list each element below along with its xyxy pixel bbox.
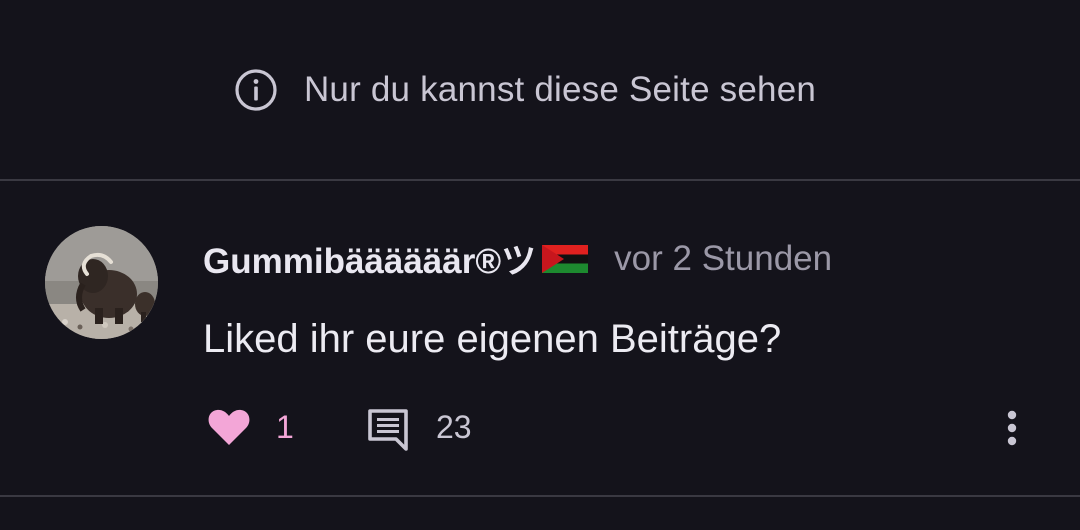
info-icon xyxy=(234,68,278,112)
comment-button[interactable] xyxy=(364,406,412,452)
visibility-notice-content: Nur du kannst diese Seite sehen xyxy=(234,68,816,112)
like-count: 1 xyxy=(276,409,294,445)
divider xyxy=(0,495,1080,497)
heart-icon xyxy=(208,409,250,445)
visibility-notice-text: Nur du kannst diese Seite sehen xyxy=(303,70,817,109)
visibility-notice: Nur du kannst diese Seite sehen xyxy=(0,0,1080,180)
more-vertical-icon xyxy=(1007,410,1017,446)
avatar[interactable] xyxy=(45,226,158,339)
post-card[interactable]: Gummibäääääär®ツ vor 2 Stunden Liked ihr … xyxy=(0,181,1080,495)
post-text: Liked ihr eure eigenen Beiträge? xyxy=(203,317,782,361)
like-button[interactable] xyxy=(205,405,253,449)
username[interactable]: Gummibäääääär®ツ xyxy=(203,233,536,284)
post-timestamp: vor 2 Stunden xyxy=(614,238,833,278)
post-meta: Gummibäääääär®ツ vor 2 Stunden xyxy=(203,233,832,284)
post-actions: 1 23 xyxy=(0,403,1080,455)
comment-count: 23 xyxy=(436,409,472,445)
page: Nur du kannst diese Seite sehen Gummibää… xyxy=(0,0,1080,530)
more-options-button[interactable] xyxy=(996,403,1028,453)
flag-icon xyxy=(542,243,589,275)
comment-icon xyxy=(368,409,408,451)
